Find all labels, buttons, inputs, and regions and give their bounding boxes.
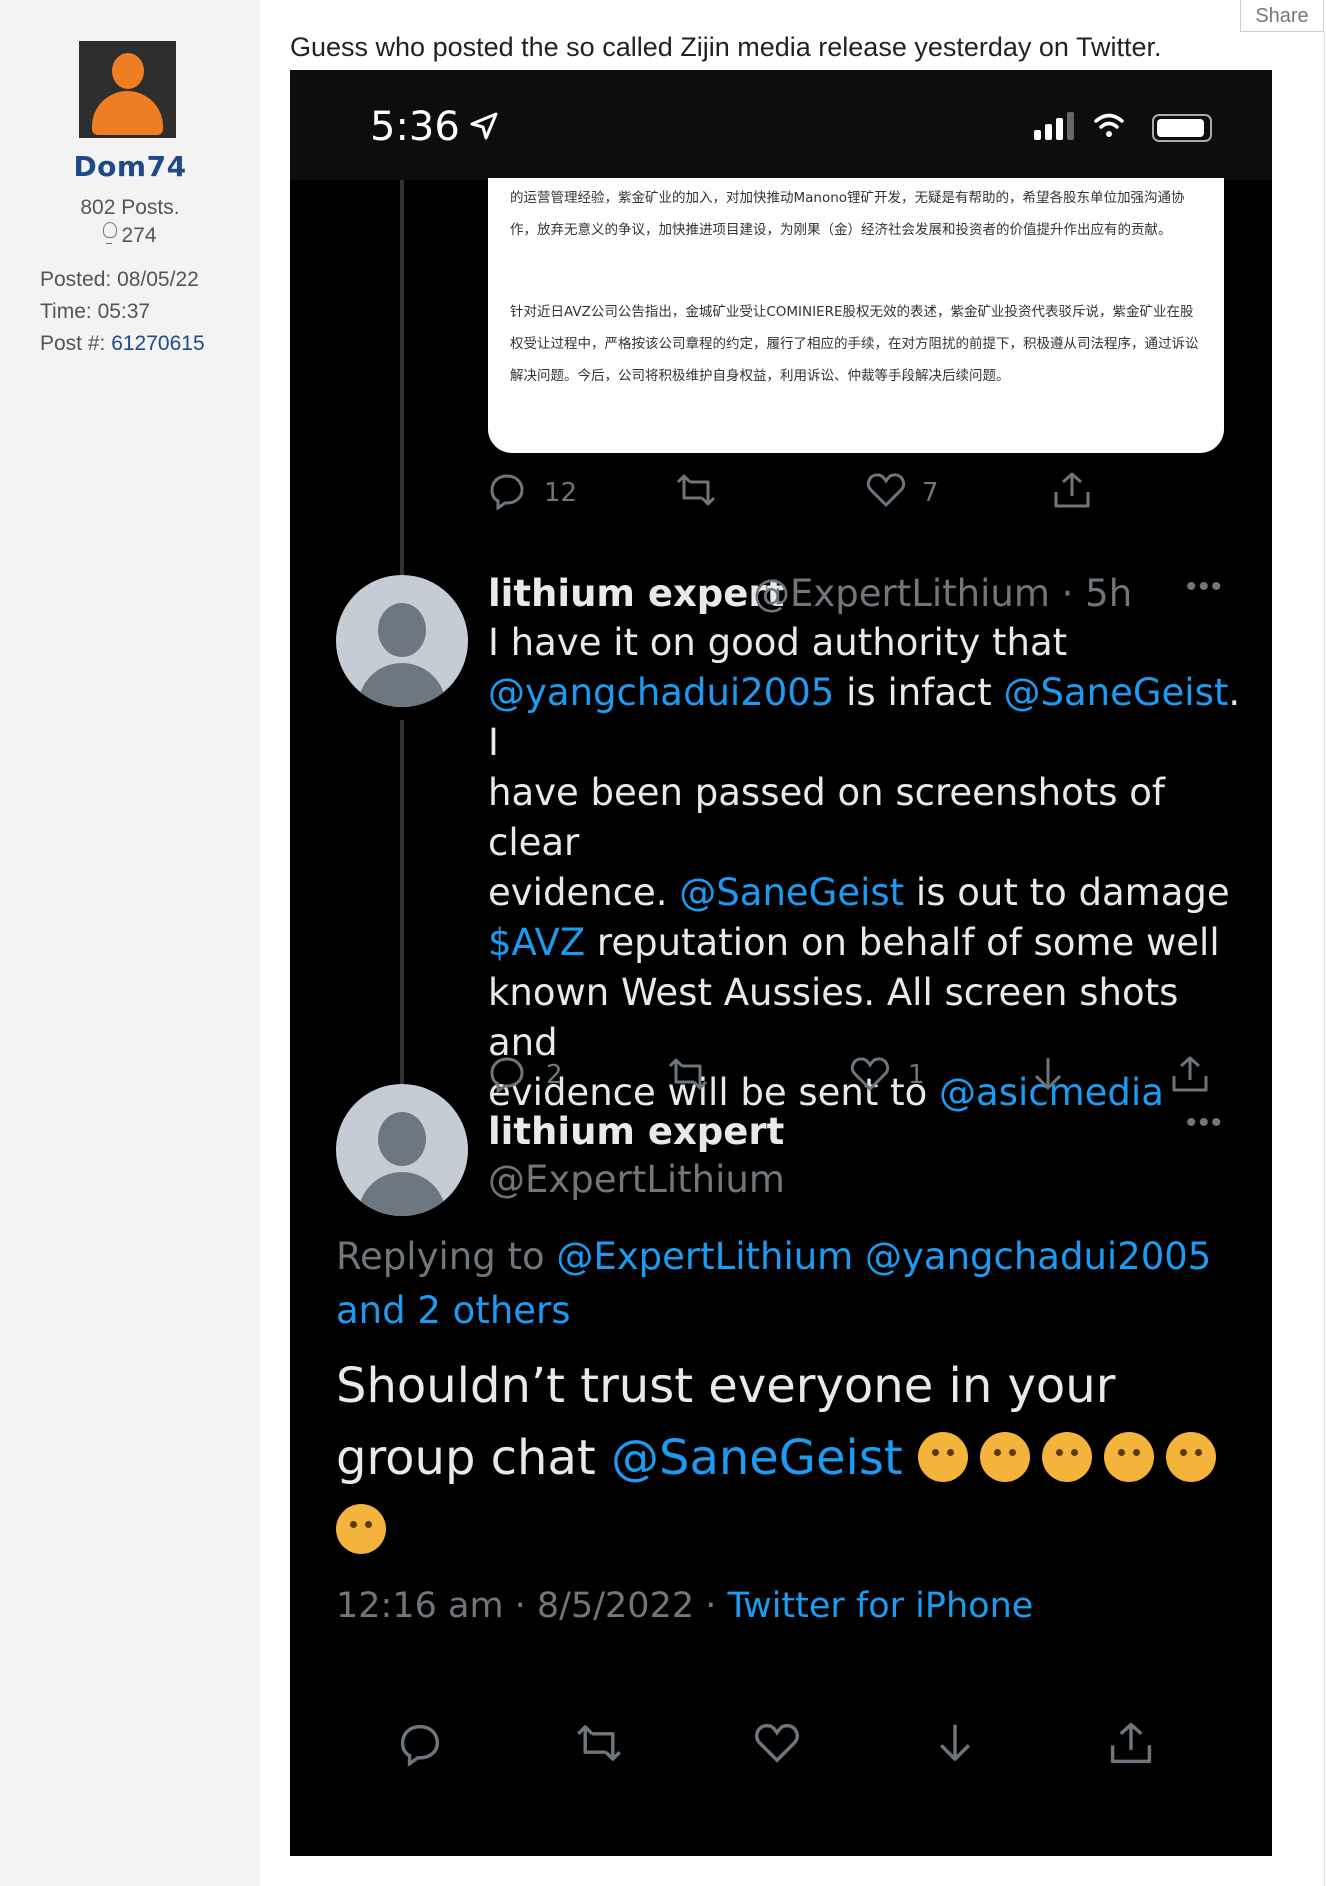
- mention-link[interactable]: @yangchadui2005: [488, 671, 834, 714]
- thread-line-mid: [400, 720, 404, 1140]
- share-button[interactable]: Share: [1240, 0, 1324, 32]
- post-body-text: Guess who posted the so called Zijin med…: [290, 32, 1162, 62]
- tweet2-avatar[interactable]: [336, 1084, 468, 1216]
- tweet2-more-icon[interactable]: •••: [1186, 1106, 1224, 1140]
- signal-bar-1: [1034, 130, 1041, 140]
- tweet1-line: $AVZ reputation on behalf of some well: [488, 921, 1220, 964]
- phone-status-bar: 5:36: [290, 70, 1272, 180]
- tweet2-timestamp-row: 12:16 am · 8/5/2022 · Twitter for iPhone: [336, 1586, 1033, 1626]
- signal-bar-2: [1045, 124, 1052, 140]
- mention-link[interactable]: @SaneGeist: [1003, 671, 1228, 714]
- tweet2-author-name[interactable]: lithium expert: [488, 1110, 784, 1153]
- like-icon[interactable]: [866, 472, 906, 508]
- cashtag-link[interactable]: $AVZ: [488, 921, 585, 964]
- mention-link[interactable]: @SaneGeist: [611, 1430, 903, 1486]
- post-count: 802 Posts.: [80, 196, 180, 219]
- location-arrow-icon: [470, 112, 498, 140]
- winking-face-icon: [917, 1432, 968, 1482]
- tweet2-timestamp: 12:16 am · 8/5/2022 ·: [336, 1586, 728, 1626]
- release-paragraph-1: 的运营管理经验，紫金矿业的加入，对加快推动Manono锂矿开发，无疑是有帮助的，…: [510, 190, 1185, 238]
- likes-count-row: 274: [0, 222, 260, 248]
- tweet1-line: known West Aussies. All screen shots and: [488, 971, 1179, 1064]
- posted-time: 05:37: [97, 300, 151, 323]
- like-count: 1: [908, 1060, 925, 1090]
- tweet2-source-link[interactable]: Twitter for iPhone: [727, 1586, 1033, 1626]
- signal-bar-3: [1056, 118, 1063, 140]
- save-tweet-icon[interactable]: [934, 1720, 976, 1766]
- tweet1-author-name[interactable]: lithium expert: [488, 572, 784, 615]
- retweet-icon[interactable]: [576, 1722, 622, 1764]
- like-icon[interactable]: [850, 1056, 890, 1092]
- mention-link[interactable]: @SaneGeist: [679, 871, 904, 914]
- face-with-hand-over-mouth-icon: [1041, 1432, 1092, 1482]
- tweet1-handle-time[interactable]: @ExpertLithium · 5h: [753, 572, 1132, 615]
- posted-date: 08/05/22: [117, 268, 199, 291]
- posted-label: Posted:: [40, 268, 118, 291]
- tweet2-line: group chat @SaneGeist: [336, 1422, 1236, 1494]
- wifi-icon: [1094, 113, 1124, 137]
- mention-link[interactable]: @yangchadui2005: [865, 1235, 1211, 1278]
- tweet1-text: I have it on good authority that @yangch…: [488, 618, 1248, 1118]
- save-tweet-icon[interactable]: [1030, 1054, 1066, 1094]
- tweet2-handle[interactable]: @ExpertLithium: [488, 1158, 785, 1201]
- user-avatar[interactable]: [79, 41, 176, 138]
- postnum-label: Post #:: [40, 332, 112, 355]
- quoted-release-card[interactable]: 的运营管理经验，紫金矿业的加入，对加快推动Manono锂矿开发，无疑是有帮助的，…: [488, 178, 1224, 453]
- share-tweet-icon[interactable]: [1052, 470, 1092, 510]
- winking-face-icon: [979, 1432, 1030, 1482]
- replying-to: Replying to @ExpertLithium @yangchadui20…: [336, 1230, 1236, 1338]
- tweet2-line: Shouldn’t trust everyone in your: [336, 1358, 1116, 1414]
- tweet1-more-icon[interactable]: •••: [1186, 570, 1224, 604]
- like-icon[interactable]: [754, 1722, 800, 1764]
- retweet-icon[interactable]: [668, 1056, 708, 1092]
- username-link[interactable]: Dom74: [0, 150, 260, 183]
- tweet1-line: evidence. @SaneGeist is out to damage: [488, 871, 1230, 914]
- signal-bar-4: [1067, 112, 1074, 140]
- author-sidebar: Dom74 802 Posts. 274 Posted: 08/05/22 Ti…: [0, 0, 260, 1886]
- lightbulb-icon: [103, 222, 118, 244]
- tweet1-line: have been passed on screenshots of clear: [488, 771, 1165, 864]
- replying-others-link[interactable]: and 2 others: [336, 1284, 1236, 1338]
- time-label: Time:: [40, 300, 98, 323]
- embedded-screenshot: 5:36 的运营管理经验，紫金矿业的加入，对加快推动Manono锂矿开发，无疑是…: [290, 70, 1272, 1856]
- content-border: [1324, 32, 1325, 1886]
- share-tweet-icon[interactable]: [1170, 1054, 1210, 1094]
- phone-clock: 5:36: [370, 104, 460, 150]
- post-number-link[interactable]: 61270615: [111, 332, 204, 355]
- reply-count: 12: [544, 478, 578, 508]
- thread-line-top: [400, 180, 404, 620]
- retweet-icon[interactable]: [676, 472, 716, 508]
- posted-time-row: Time: 05:37: [40, 300, 150, 324]
- reply-icon[interactable]: [488, 1055, 526, 1093]
- face-with-open-eyes-and-hand-over-mouth-icon: [1165, 1432, 1216, 1482]
- tweet1-line: @yangchadui2005 is infact @SaneGeist. I: [488, 671, 1241, 764]
- like-count: 7: [922, 478, 939, 508]
- tweet1-line: I have it on good authority that: [488, 621, 1068, 664]
- reply-icon[interactable]: [488, 472, 526, 510]
- reply-icon[interactable]: [398, 1722, 442, 1766]
- posted-date-row: Posted: 08/05/22: [40, 268, 199, 292]
- release-paragraph-2: 针对近日AVZ公司公告指出，金城矿业受让COMINIERE股权无效的表述，紫金矿…: [510, 304, 1199, 384]
- post-number-row: Post #: 61270615: [40, 332, 205, 356]
- tweet1-avatar[interactable]: [336, 575, 468, 707]
- share-tweet-icon[interactable]: [1108, 1720, 1154, 1766]
- face-with-hand-over-mouth-icon: [1103, 1432, 1154, 1482]
- reply-count: 2: [546, 1060, 563, 1090]
- mention-link[interactable]: @ExpertLithium: [556, 1235, 853, 1278]
- tweet2-text: Shouldn’t trust everyone in your group c…: [336, 1350, 1236, 1566]
- likes-count: 274: [121, 224, 157, 247]
- face-with-open-eyes-and-hand-over-mouth-icon: [336, 1504, 386, 1554]
